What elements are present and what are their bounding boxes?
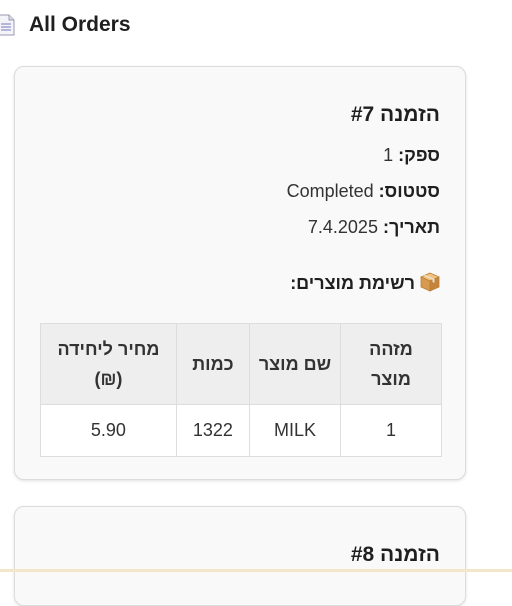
status-label: סטטוס:	[378, 181, 440, 201]
products-heading-text: רשימת מוצרים:	[290, 273, 415, 293]
cell-product-id: 1	[339, 404, 443, 457]
products-heading: רשימת מוצרים:	[290, 272, 440, 294]
page-title: All Orders	[29, 13, 131, 36]
column-header-product-name: שם מוצר	[248, 323, 341, 405]
products-table: מזהה מוצר שם מוצר כמות מחיר ליחידה (₪) 1…	[40, 323, 443, 457]
order-card: הזמנה #7 ספק: 1 סטטוס: Completed תאריך: …	[14, 66, 466, 480]
supplier-value: 1	[383, 145, 394, 165]
column-header-product-id: מזהה מוצר	[339, 323, 443, 405]
column-header-quantity: כמות	[175, 323, 250, 405]
cell-quantity: 1322	[175, 404, 250, 457]
column-header-unit-price: מחיר ליחידה (₪)	[40, 323, 177, 405]
package-icon	[420, 272, 440, 292]
order-card: הזמנה #8	[14, 506, 466, 606]
supplier-label: ספק:	[398, 145, 440, 165]
date-label: תאריך:	[382, 217, 440, 237]
table-row: 1 MILK 1322 5.90	[40, 404, 443, 457]
cell-product-name: MILK	[248, 404, 341, 457]
status-row: סטטוס: Completed	[287, 181, 440, 202]
cell-unit-price: 5.90	[40, 404, 177, 457]
order-title: הזמנה #8	[350, 543, 440, 566]
date-value: 7.4.2025	[307, 217, 378, 237]
status-value: Completed	[286, 181, 374, 201]
order-title: הזמנה #7	[350, 103, 440, 126]
date-row: תאריך: 7.4.2025	[308, 217, 440, 238]
document-icon	[0, 14, 15, 36]
supplier-row: ספק: 1	[383, 145, 440, 166]
table-header-row: מזהה מוצר שם מוצר כמות מחיר ליחידה (₪)	[40, 323, 443, 405]
